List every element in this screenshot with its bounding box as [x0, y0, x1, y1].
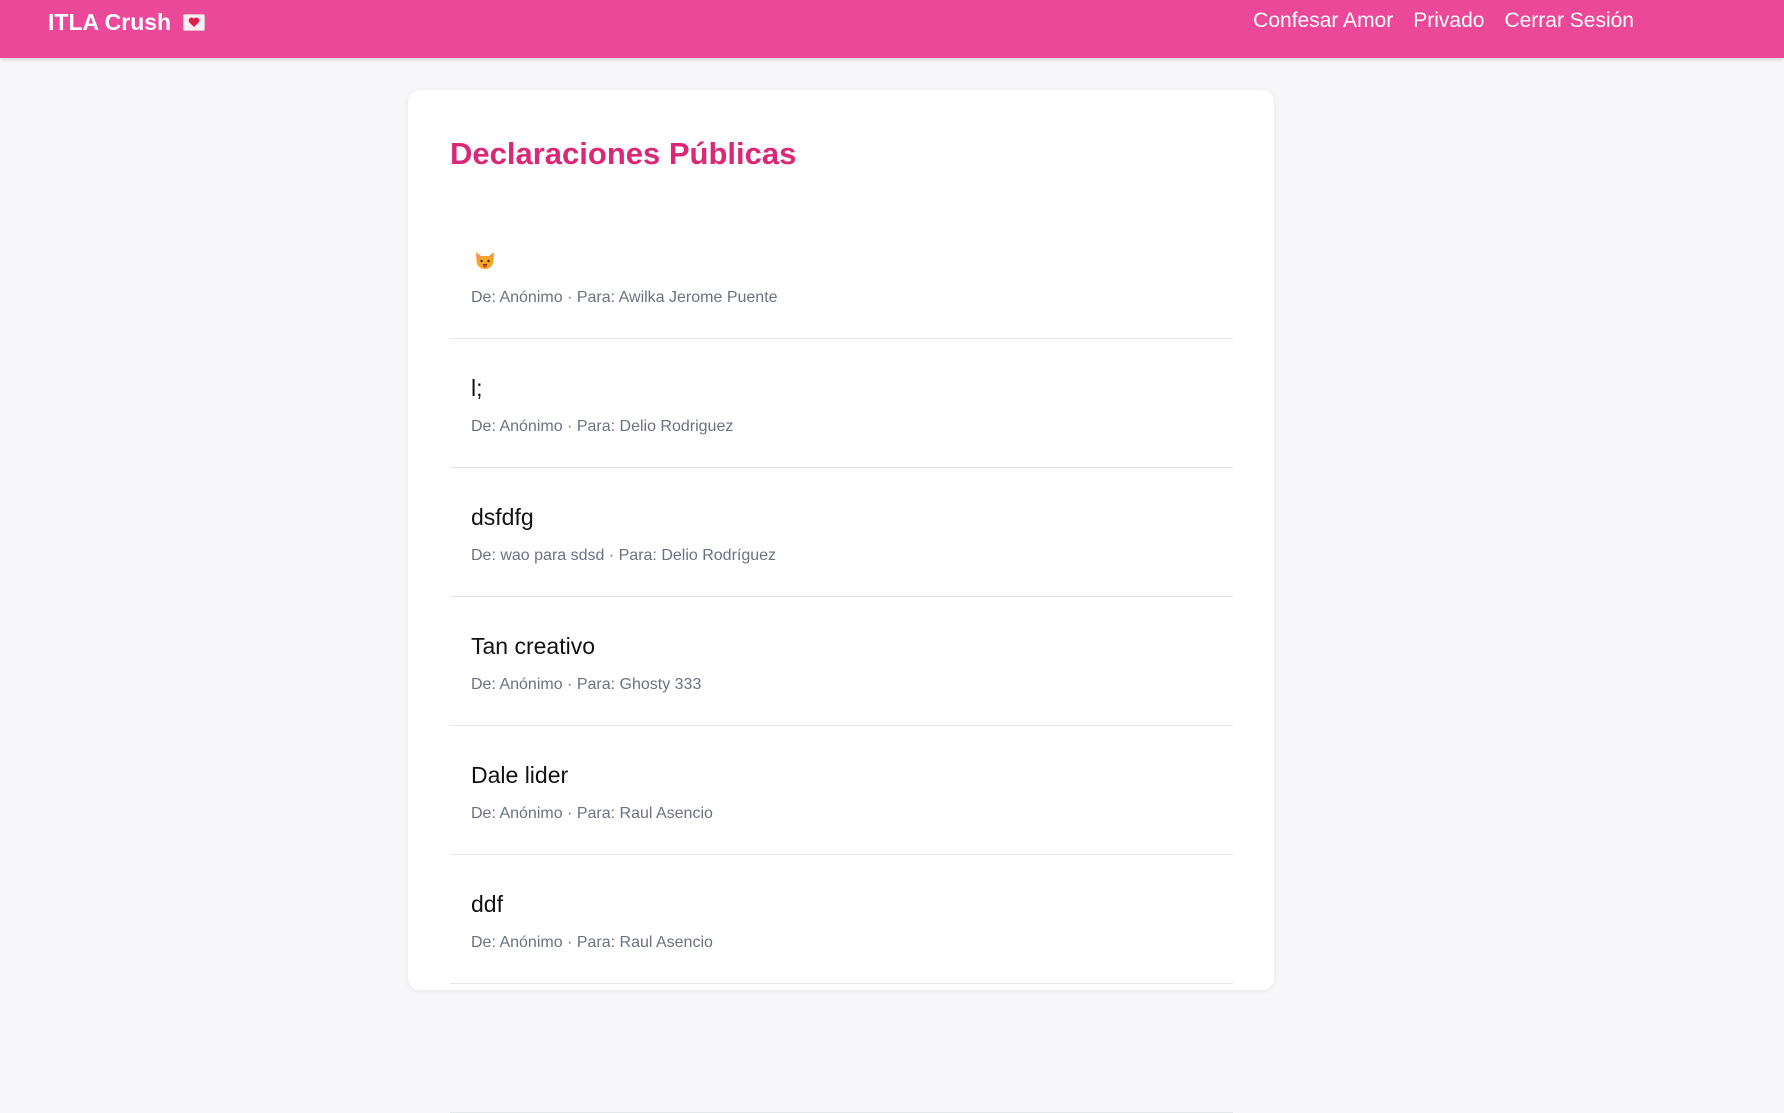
declarations-card: Declaraciones Públicas De: Anónimo · Par… — [408, 90, 1274, 1113]
nav-links: Confesar Amor Privado Cerrar Sesión — [1253, 7, 1634, 35]
declaration-meta: De: Anónimo · Para: Raul Asencio — [471, 934, 713, 951]
brand-name: ITLA Crush — [48, 9, 172, 35]
declaration-item: De: Anónimo · Para: Awilka Jerome Puente — [450, 210, 1233, 339]
declaration-message: dsfdfg — [471, 504, 534, 530]
declaration-message: l; — [471, 375, 483, 401]
declaration-meta: De: Anónimo · Para: Awilka Jerome Puente — [471, 289, 778, 306]
declarations-list: De: Anónimo · Para: Awilka Jerome Puente… — [450, 210, 1233, 1113]
declaration-item: Tan creativo De: Anónimo · Para: Ghosty … — [450, 597, 1233, 726]
nav-logout[interactable]: Cerrar Sesión — [1504, 7, 1634, 35]
nav-private[interactable]: Privado — [1413, 7, 1484, 35]
cat-face-icon — [474, 250, 496, 275]
declaration-message: ddf — [471, 891, 503, 917]
declaration-item: Dale lider De: Anónimo · Para: Raul Asen… — [450, 726, 1233, 855]
page-title: Declaraciones Públicas — [450, 136, 797, 171]
declaration-item: dsfdfg De: wao para sdsd · Para: Delio R… — [450, 468, 1233, 597]
declaration-meta: De: Anónimo · Para: Delio Rodriguez — [471, 418, 734, 435]
declaration-message: Dale lider — [471, 762, 569, 788]
declaration-item: l; De: Anónimo · Para: Delio Rodriguez — [450, 339, 1233, 468]
declaration-meta: De: Anónimo · Para: Raul Asencio — [471, 805, 713, 822]
navbar: ITLA Crush Confesar Amor Privado Cerrar … — [0, 0, 1784, 58]
nav-confess-love[interactable]: Confesar Amor — [1253, 7, 1393, 35]
declaration-message: Tan creativo — [471, 633, 596, 659]
declaration-meta: De: Anónimo · Para: Ghosty 333 — [471, 676, 702, 693]
love-letter-icon — [183, 13, 206, 31]
declaration-item: ddf De: Anónimo · Para: Raul Asencio — [450, 855, 1233, 984]
declaration-item — [450, 984, 1233, 1113]
declaration-meta: De: wao para sdsd · Para: Delio Rodrígue… — [471, 547, 777, 564]
brand-link[interactable]: ITLA Crush — [48, 7, 206, 37]
